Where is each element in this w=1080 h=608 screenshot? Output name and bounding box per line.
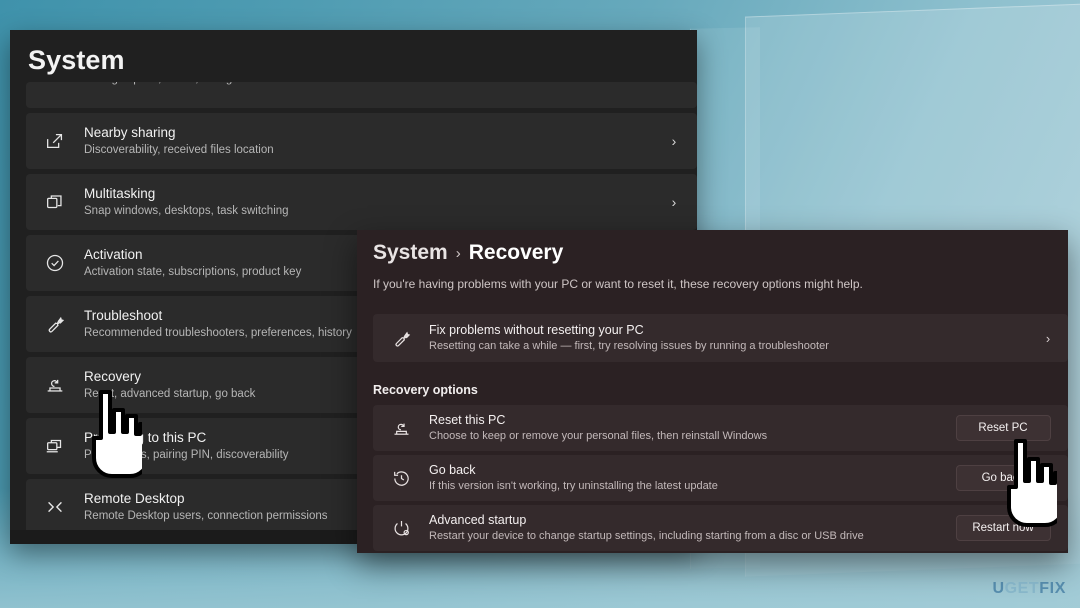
recovery-option-desc: Choose to keep or remove your personal f… <box>429 430 768 442</box>
go-back-button[interactable]: Go back <box>955 465 1051 491</box>
breadcrumb-parent[interactable]: System <box>373 241 448 265</box>
recovery-description: If you're having problems with your PC o… <box>373 277 863 291</box>
recovery-window: System › Recovery If you're having probl… <box>357 230 1068 553</box>
breadcrumb[interactable]: System › Recovery <box>373 241 563 265</box>
sidebar-item-label: Storage space, drives, configuration rul… <box>84 82 296 85</box>
fix-problems-row[interactable]: Fix problems without resetting your PC R… <box>373 314 1068 362</box>
restart-now-button[interactable]: Restart now <box>955 515 1051 541</box>
watermark: UGETFIX <box>992 580 1066 598</box>
recovery-icon <box>26 374 84 396</box>
reset-pc-icon <box>373 418 429 439</box>
screenshot-stage: System Storage space, drives, configurat… <box>0 0 1080 608</box>
fix-problems-title: Fix problems without resetting your PC <box>429 323 644 337</box>
recovery-option-go-back[interactable]: Go back If this version isn't working, t… <box>373 455 1068 501</box>
remote-desktop-icon <box>26 496 84 518</box>
sidebar-item-desc: Discoverability, received files location <box>84 144 274 156</box>
sidebar-item-nearby-sharing[interactable]: Nearby sharing Discoverability, received… <box>26 113 697 169</box>
chevron-right-icon: › <box>455 244 461 262</box>
chevron-right-icon: › <box>671 194 677 210</box>
check-circle-icon <box>26 252 84 274</box>
watermark-part-2: GET <box>1004 580 1040 597</box>
page-title: System <box>28 45 125 75</box>
list-item-storage-partial[interactable]: Storage space, drives, configuration rul… <box>26 82 697 108</box>
chevron-right-icon: › <box>1045 330 1051 346</box>
reset-pc-button[interactable]: Reset PC <box>955 415 1051 441</box>
clock-history-icon <box>373 468 429 489</box>
sidebar-item-multitasking[interactable]: Multitasking Snap windows, desktops, tas… <box>26 174 697 230</box>
recovery-option-title: Reset this PC <box>429 413 506 427</box>
projecting-icon <box>26 435 84 457</box>
recovery-option-desc: Restart your device to change startup se… <box>429 530 864 542</box>
recovery-options-list: Reset this PC Choose to keep or remove y… <box>373 405 1068 553</box>
recovery-option-title: Advanced startup <box>429 513 527 527</box>
share-icon <box>26 130 84 152</box>
chevron-right-icon: › <box>671 133 677 149</box>
breadcrumb-current: Recovery <box>468 241 564 264</box>
recovery-option-advanced-startup[interactable]: Advanced startup Restart your device to … <box>373 505 1068 551</box>
recovery-options-heading: Recovery options <box>373 383 478 397</box>
recovery-option-title: Go back <box>429 463 476 477</box>
sidebar-item-title: Multitasking <box>84 186 156 201</box>
watermark-part-3: FIX <box>1039 580 1066 597</box>
wrench-icon <box>26 313 84 335</box>
recovery-option-desc: If this version isn't working, try unins… <box>429 480 718 492</box>
watermark-part-1: U <box>992 580 1005 597</box>
fix-problems-desc: Resetting can take a while — first, try … <box>429 340 829 352</box>
recovery-option-reset-this-pc[interactable]: Reset this PC Choose to keep or remove y… <box>373 405 1068 451</box>
sidebar-item-title: Nearby sharing <box>84 125 176 140</box>
sidebar-item-desc: Snap windows, desktops, task switching <box>84 205 289 217</box>
power-settings-icon <box>373 518 429 539</box>
multitasking-icon <box>26 191 84 213</box>
wrench-icon <box>373 328 429 349</box>
